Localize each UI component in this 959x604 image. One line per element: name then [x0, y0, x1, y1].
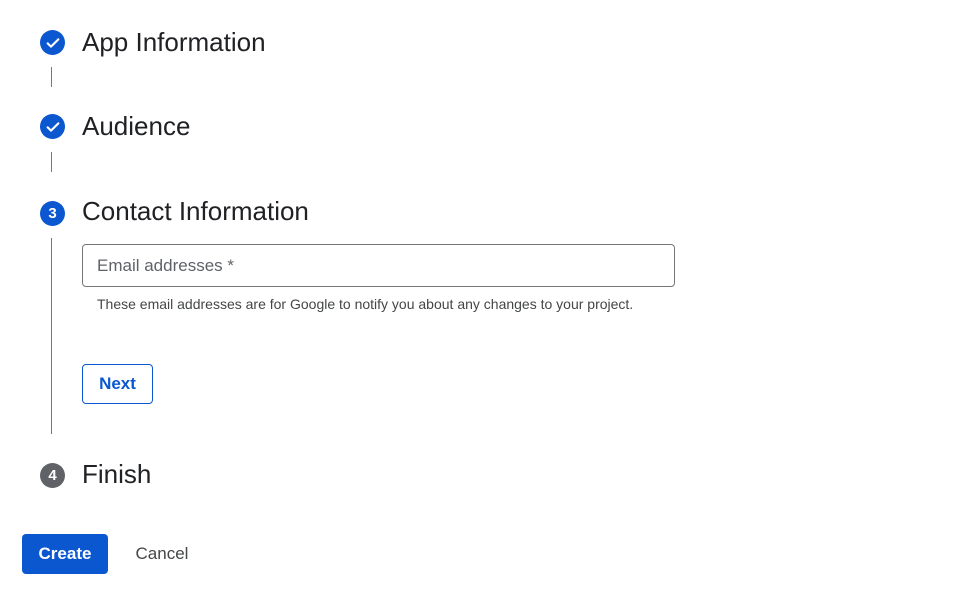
- email-helper-text: These email addresses are for Google to …: [97, 296, 634, 312]
- step-connector-3: [51, 238, 52, 434]
- next-button[interactable]: Next: [82, 364, 153, 404]
- step-1-title[interactable]: App Information: [82, 27, 266, 57]
- step-2-check-icon: [40, 114, 65, 139]
- step-4-number-badge: 4: [40, 463, 65, 488]
- step-3-title[interactable]: Contact Information: [82, 196, 309, 226]
- step-3-number-badge: 3: [40, 201, 65, 226]
- email-addresses-input[interactable]: [97, 245, 657, 286]
- step-1-check-icon: [40, 30, 65, 55]
- step-connector-2: [51, 152, 52, 172]
- email-addresses-field[interactable]: [82, 244, 675, 287]
- cancel-button[interactable]: Cancel: [122, 534, 202, 574]
- step-2-title[interactable]: Audience: [82, 111, 190, 141]
- step-connector-1: [51, 67, 52, 87]
- step-4-title[interactable]: Finish: [82, 459, 151, 489]
- create-button[interactable]: Create: [22, 534, 108, 574]
